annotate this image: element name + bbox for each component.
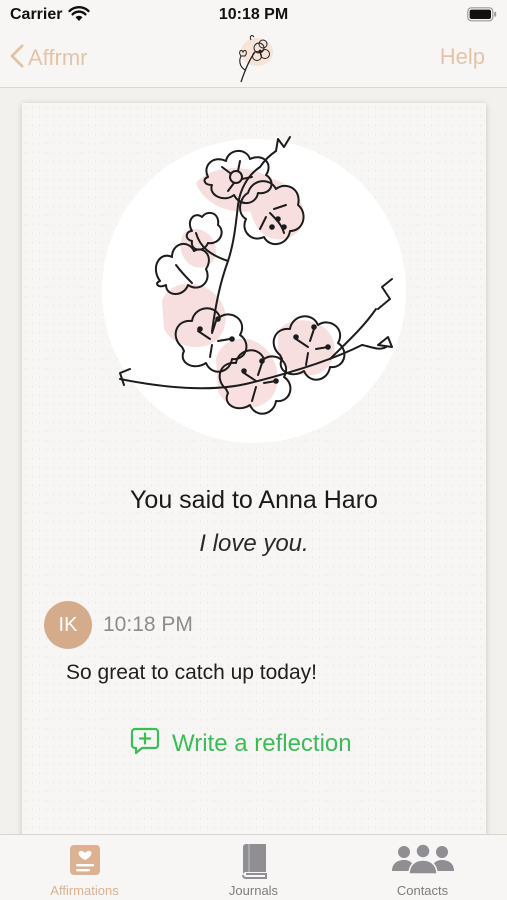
chevron-left-icon	[10, 44, 24, 73]
tab-affirmations[interactable]: Affirmations	[0, 835, 169, 900]
back-button-label: Affrmr	[28, 45, 88, 70]
write-reflection-label: Write a reflection	[172, 729, 352, 757]
tab-contacts[interactable]: Contacts	[338, 835, 507, 900]
people-icon	[391, 843, 454, 882]
affirmations-icon	[69, 843, 101, 882]
write-reflection-button[interactable]: Write a reflection	[130, 727, 352, 760]
recipient-line: You said to Anna Haro	[130, 486, 378, 514]
tab-journals-label: Journals	[228, 883, 279, 898]
affirmation-text: I love you.	[199, 530, 309, 557]
message-text: So great to catch up today!	[66, 661, 317, 684]
flower-logo-icon	[227, 30, 281, 86]
help-button[interactable]: Help	[440, 44, 485, 70]
battery-icon	[467, 7, 497, 27]
cherry-blossom-illustration	[100, 133, 408, 443]
tab-affirmations-label: Affirmations	[50, 883, 119, 898]
back-button[interactable]: Affrmr	[10, 40, 87, 76]
navigation-bar: Affrmr Help	[0, 30, 507, 88]
add-comment-icon	[130, 727, 160, 760]
avatar: IK	[44, 601, 92, 649]
tab-journals[interactable]: Journals	[169, 835, 338, 900]
main-content: You said to Anna Haro I love you. IK 10:…	[0, 89, 507, 834]
tab-contacts-label: Contacts	[396, 883, 449, 898]
book-icon	[239, 843, 269, 884]
status-time: 10:18 PM	[218, 6, 289, 23]
message-timestamp: 10:18 PM	[103, 613, 193, 636]
status-bar: Carrier 10:18 PM	[0, 0, 507, 30]
tab-bar: Affirmations Journals Contacts	[0, 834, 507, 900]
affirmation-card: You said to Anna Haro I love you. IK 10:…	[22, 103, 486, 834]
